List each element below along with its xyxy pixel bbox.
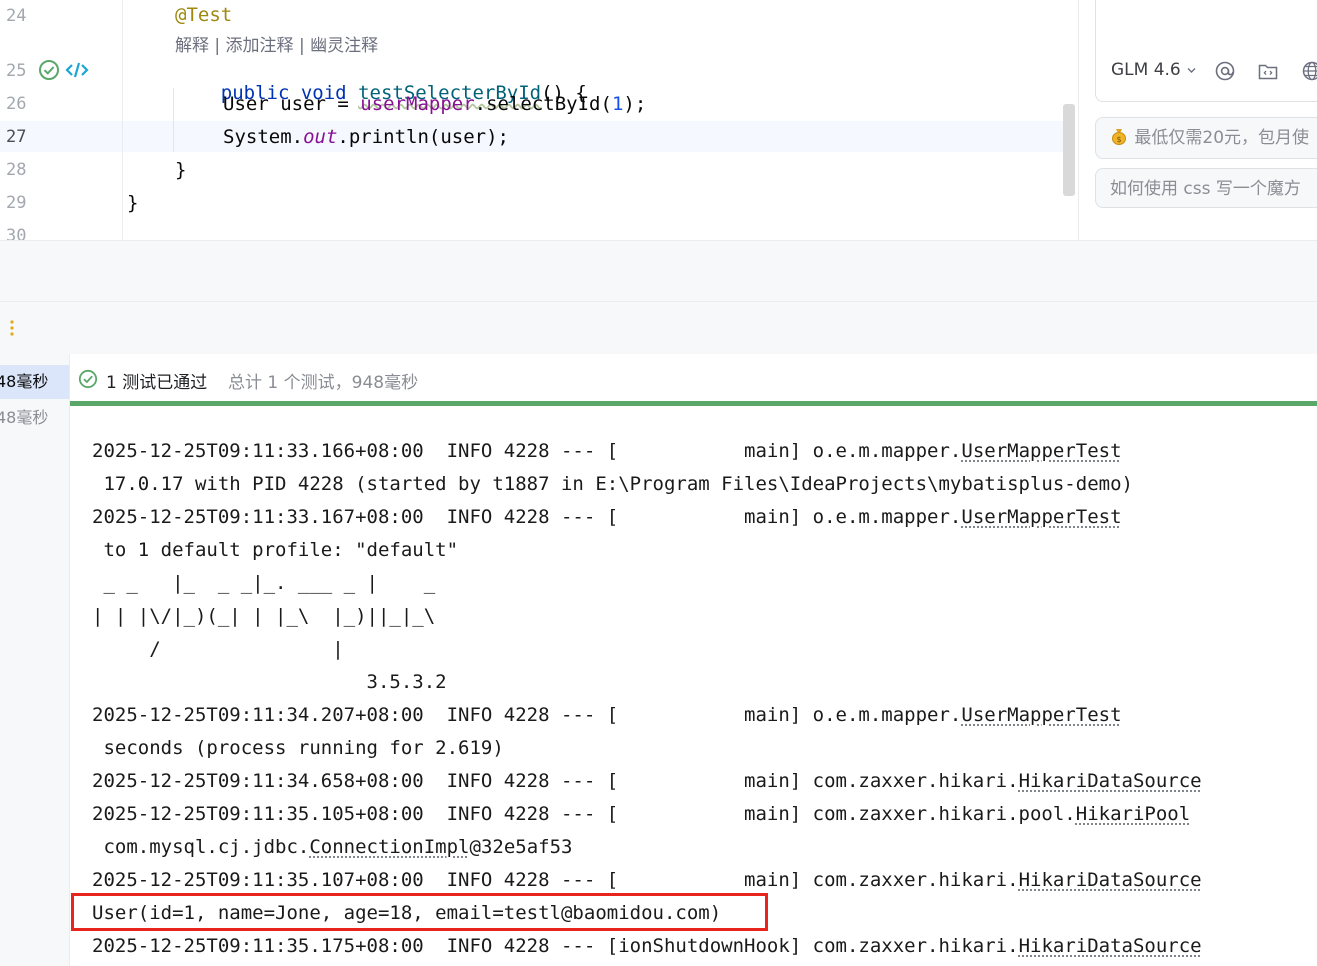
console-class-link[interactable]: HikariDataSource: [1019, 869, 1202, 891]
console-line: / |: [92, 638, 344, 660]
code-line-28: }: [175, 159, 186, 181]
console-class-link[interactable]: HikariPool: [1076, 803, 1190, 825]
console-text: seconds (process running for 2.619): [92, 737, 504, 759]
code-text: System.: [223, 126, 303, 148]
console-class-link[interactable]: HikariDataSource: [1019, 770, 1202, 792]
code-field: userMapper: [360, 93, 474, 115]
model-selector[interactable]: GLM 4.6: [1111, 60, 1197, 80]
suggestion-text: 如何使用 css 写一个魔方: [1110, 179, 1301, 199]
code-annotation: @Test: [175, 4, 232, 26]
console-class-link[interactable]: UserMapperTest: [961, 506, 1121, 528]
console-text: 17.0.17 with PID 4228 (started by t1887 …: [92, 473, 1133, 495]
console-class-link[interactable]: HikariDataSource: [1019, 935, 1202, 957]
code-line-27: System.out.println(user);: [223, 126, 509, 148]
code-text: .println(user);: [337, 126, 509, 148]
line-number: 30: [6, 226, 46, 240]
line-number: 28: [6, 160, 46, 180]
test-tree-item[interactable]: 48毫秒: [0, 401, 69, 435]
line-number: 24: [6, 6, 46, 26]
console-text: _ _ |_ _ _|_. ___ _ | _: [92, 572, 435, 594]
console-line: 2025-12-25T09:11:33.166+08:00 INFO 4228 …: [92, 440, 1122, 462]
console-text: 2025-12-25T09:11:35.107+08:00 INFO 4228 …: [92, 869, 1019, 891]
console-text: 2025-12-25T09:11:35.105+08:00 INFO 4228 …: [92, 803, 1076, 825]
globe-icon[interactable]: [1301, 60, 1317, 82]
model-label: GLM 4.6: [1111, 60, 1181, 80]
code-number: 1: [612, 93, 623, 115]
gutter-divider: [122, 0, 123, 240]
console-line: 2025-12-25T09:11:35.107+08:00 INFO 4228 …: [92, 869, 1202, 891]
ai-suggestion-question[interactable]: 如何使用 css 写一个魔方: [1095, 168, 1317, 208]
chevron-down-icon: [1186, 65, 1197, 76]
console-line: 2025-12-25T09:11:34.658+08:00 INFO 4228 …: [92, 770, 1202, 792]
console-text: 2025-12-25T09:11:34.207+08:00 INFO 4228 …: [92, 704, 961, 726]
ai-assistant-panel: GLM 4.6 $ 最低仅需20元，包月使 如何使用 css 写一个魔方: [1078, 0, 1317, 240]
ai-chat-input[interactable]: [1095, 0, 1317, 102]
console-line: 2025-12-25T09:11:33.167+08:00 INFO 4228 …: [92, 506, 1122, 528]
line-number: 26: [6, 94, 46, 114]
console-text: 2025-12-25T09:11:33.167+08:00 INFO 4228 …: [92, 506, 961, 528]
code-line-29: }: [127, 192, 138, 214]
tests-summary-label: 总计 1 个测试，948毫秒: [228, 368, 418, 393]
console-line: to 1 default profile: "default": [92, 539, 458, 561]
code-editor[interactable]: 24 25 26 27 28 29 30 @Test 解释 | 添加注释 | 幽…: [0, 0, 1078, 240]
console-text: com.mysql.cj.jdbc.: [92, 836, 309, 858]
console-output[interactable]: 2025-12-25T09:11:33.166+08:00 INFO 4228 …: [70, 406, 1317, 966]
tests-passed-label: 1 测试已通过: [106, 368, 207, 393]
console-text: / |: [92, 638, 344, 660]
code-line-26: User user = userMapper.selectById(1);: [223, 93, 646, 115]
inline-ai-hint[interactable]: 解释 | 添加注释 | 幽灵注释: [175, 31, 378, 56]
code-static-field: out: [303, 126, 337, 148]
test-status-bar: 1 测试已通过 总计 1 个测试，948毫秒: [70, 354, 1317, 402]
console-line: 2025-12-25T09:11:35.175+08:00 INFO 4228 …: [92, 935, 1202, 957]
ai-suggestion-promo[interactable]: $ 最低仅需20元，包月使: [1095, 117, 1317, 159]
test-passed-run-icon[interactable]: [38, 59, 60, 81]
highlight-annotation-box: [71, 893, 768, 931]
console-class-link[interactable]: UserMapperTest: [961, 704, 1121, 726]
editor-scrollbar[interactable]: [1063, 104, 1075, 196]
more-options-icon[interactable]: [9, 318, 15, 338]
console-line: 2025-12-25T09:11:35.105+08:00 INFO 4228 …: [92, 803, 1190, 825]
console-line: com.mysql.cj.jdbc.ConnectionImpl@32e5af5…: [92, 836, 572, 858]
test-tree: 48毫秒 48毫秒: [0, 354, 70, 966]
console-class-link[interactable]: ConnectionImpl: [309, 836, 469, 858]
indent-guide: [173, 88, 174, 152]
suggestion-text: 最低仅需20元，包月使: [1134, 128, 1309, 148]
console-line: 2025-12-25T09:11:34.207+08:00 INFO 4228 …: [92, 704, 1122, 726]
line-number: 29: [6, 193, 46, 213]
console-text: 2025-12-25T09:11:35.175+08:00 INFO 4228 …: [92, 935, 1019, 957]
code-text: User user =: [223, 93, 360, 115]
code-text: );: [623, 93, 646, 115]
console-text: 2025-12-25T09:11:34.658+08:00 INFO 4228 …: [92, 770, 1019, 792]
test-tree-item[interactable]: 48毫秒: [0, 365, 69, 399]
console-text: 3.5.3.2: [92, 671, 447, 693]
console-class-link[interactable]: UserMapperTest: [961, 440, 1121, 462]
console-line: 3.5.3.2: [92, 671, 447, 693]
tool-window-header: [0, 240, 1317, 355]
folder-code-icon[interactable]: [1257, 60, 1279, 82]
svg-text:$: $: [1116, 135, 1121, 144]
coin-icon: $: [1109, 126, 1129, 146]
code-vision-icon[interactable]: [65, 60, 89, 80]
line-number: 27: [6, 127, 46, 147]
code-text: .selectById(: [475, 93, 612, 115]
console-line: | | |\/|_)(_| | |_\ |_)||_|_\: [92, 605, 435, 627]
check-circle-icon: [78, 369, 98, 389]
console-text: to 1 default profile: "default": [92, 539, 458, 561]
console-text: | | |\/|_)(_| | |_\ |_)||_|_\: [92, 605, 435, 627]
console-text: 2025-12-25T09:11:33.166+08:00 INFO 4228 …: [92, 440, 961, 462]
console-line: 17.0.17 with PID 4228 (started by t1887 …: [92, 473, 1133, 495]
console-text: @32e5af53: [470, 836, 573, 858]
console-line: seconds (process running for 2.619): [92, 737, 504, 759]
console-line: _ _ |_ _ _|_. ___ _ | _: [92, 572, 435, 594]
divider: [0, 301, 1317, 302]
at-icon[interactable]: [1214, 60, 1236, 82]
